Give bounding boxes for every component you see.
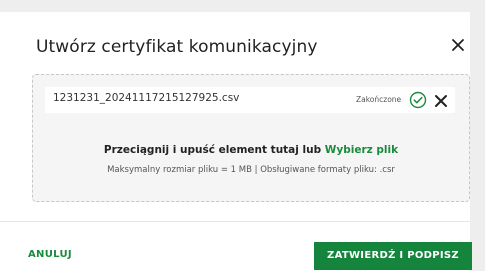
uploaded-file-row: 1231231_20241117215127925.csv Zakończone bbox=[45, 87, 455, 113]
close-icon[interactable] bbox=[448, 35, 468, 55]
remove-file-icon[interactable] bbox=[434, 93, 448, 107]
upload-hint: Maksymalny rozmiar pliku = 1 MB | Obsług… bbox=[107, 165, 395, 175]
dialog-title: Utwórz certyfikat komunikacyjny bbox=[36, 37, 318, 57]
footer-divider bbox=[0, 221, 470, 222]
check-circle-icon bbox=[409, 91, 427, 109]
cancel-button[interactable]: ANULUJ bbox=[28, 249, 72, 260]
confirm-and-sign-button[interactable]: ZATWIERDŹ I PODPISZ bbox=[314, 242, 472, 270]
drop-text: Przeciągnij i upuść element tutaj lub bbox=[103, 144, 322, 156]
file-dropzone[interactable]: 1231231_20241117215127925.csv Zakończone… bbox=[32, 74, 470, 202]
create-certificate-dialog: Utwórz certyfikat komunikacyjny 1231231_… bbox=[0, 12, 472, 271]
drop-instructions: Przeciągnij i upuść element tutaj lub Wy… bbox=[33, 144, 469, 156]
browse-file-link[interactable]: Wybierz plik bbox=[325, 144, 398, 156]
upload-status: Zakończone bbox=[356, 95, 402, 104]
file-name: 1231231_20241117215127925.csv bbox=[53, 92, 240, 104]
